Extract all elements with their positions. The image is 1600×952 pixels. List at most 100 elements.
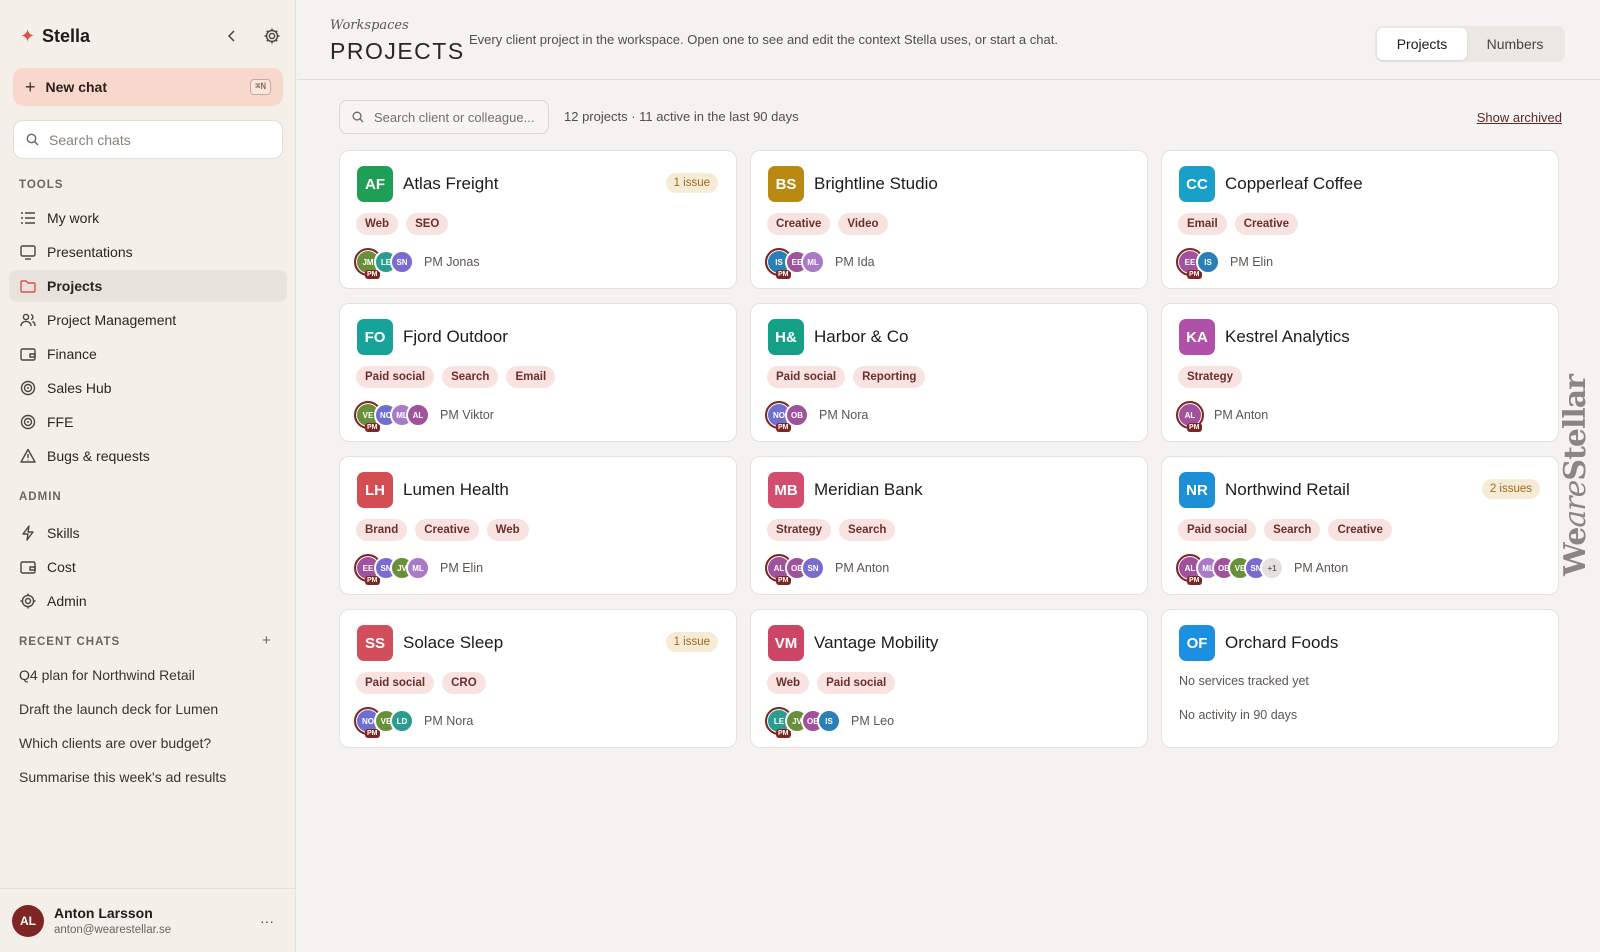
project-card-lumen-health[interactable]: LH Lumen Health Brand Creative Web EE PM SN JV ML… [339, 456, 737, 595]
project-initials-tile: FO [357, 319, 393, 355]
team-avatars: AL PM [1176, 401, 1204, 432]
watermark-are: are [1557, 480, 1593, 528]
team-avatars: LE PM JV OB IS [765, 707, 841, 738]
team-row: AL PM ML OB VE SN +1 PM Anton [1176, 553, 1348, 585]
project-card-harbor-and-co[interactable]: H& Harbor & Co Paid social Reporting NO PM OB P… [750, 303, 1148, 442]
service-tag: Paid social [356, 366, 435, 388]
project-name: Vantage Mobility [814, 633, 939, 652]
service-tag: Email [1178, 213, 1227, 235]
sidebar-item-cost[interactable]: Cost [9, 551, 287, 583]
project-manager: PM Nora [424, 714, 474, 728]
search-projects-input[interactable]: Search client or colleague... [339, 100, 549, 134]
project-card-brightline-studio[interactable]: BS Brightline Studio Creative Video IS PM EE ML… [750, 150, 1148, 289]
collapse-sidebar-button[interactable] [220, 24, 244, 48]
issue-badge[interactable]: 1 issue [665, 632, 718, 652]
member-avatar[interactable]: AL PM [1176, 401, 1204, 432]
add-recent-chat-button[interactable]: + [262, 632, 271, 649]
service-tag: Paid social [817, 672, 896, 694]
team-avatars: JM PM LE SN [354, 248, 414, 279]
project-manager: PM Elin [440, 561, 484, 575]
more-members-badge[interactable]: +1 [1260, 556, 1284, 580]
search-chats-placeholder: Search chats [49, 131, 131, 148]
page-title: PROJECTS [330, 38, 465, 64]
sidebar-item-skills[interactable]: Skills [9, 517, 287, 549]
sidebar-item-project-management[interactable]: Project Management [9, 304, 287, 336]
pm-badge: PM [1187, 423, 1202, 432]
recent-chat-item[interactable]: Q4 plan for Northwind Retail [19, 667, 195, 683]
sidebar-item-label: Cost [47, 559, 76, 575]
project-initials-tile: KA [1179, 319, 1215, 355]
project-initials-tile: SS [357, 625, 393, 661]
service-tag: Creative [1234, 213, 1299, 235]
team-row: EE PM IS PM Elin [1176, 247, 1273, 279]
project-card-orchard-foods[interactable]: OF Orchard Foods No services tracked yet No… [1161, 609, 1559, 748]
project-card-solace-sleep[interactable]: SS Solace Sleep 1 issue Paid social CRO NO PM V… [339, 609, 737, 748]
project-card-meridian-bank[interactable]: MB Meridian Bank Strategy Search AL PM OB SN PM … [750, 456, 1148, 595]
sidebar-item-admin[interactable]: Admin [9, 585, 287, 617]
team-row: AL PM OB SN PM Anton [765, 553, 889, 585]
service-tags: Brand Creative Web [356, 519, 529, 541]
sidebar-item-sales-hub[interactable]: Sales Hub [9, 372, 287, 404]
project-name: Lumen Health [403, 480, 509, 499]
sidebar-item-label: Admin [47, 593, 87, 609]
project-manager: PM Nora [819, 408, 869, 422]
issue-badge[interactable]: 2 issues [1481, 479, 1540, 499]
sidebar-item-my-work[interactable]: My work [9, 202, 287, 234]
service-tag: Paid social [1178, 519, 1257, 541]
issue-badge[interactable]: 1 issue [665, 173, 718, 193]
recent-chats-label: RECENT CHATS [19, 636, 121, 648]
project-name: Kestrel Analytics [1225, 327, 1350, 346]
team-row: AL PM PM Anton [1176, 400, 1268, 432]
member-avatar[interactable]: SN [390, 250, 414, 274]
user-profile[interactable]: AL Anton Larsson anton@wearestellar.se ·… [0, 888, 296, 952]
service-tag: Web [767, 672, 810, 694]
breadcrumb[interactable]: Workspaces [330, 18, 409, 33]
sidebar-item-label: Skills [47, 525, 80, 541]
recent-chat-item[interactable]: Summarise this week's ad results [19, 769, 226, 785]
sidebar-item-label: My work [47, 210, 100, 226]
service-tag: Web [356, 213, 399, 235]
sidebar-item-finance[interactable]: Finance [9, 338, 287, 370]
project-card-vantage-mobility[interactable]: VM Vantage Mobility Web Paid social LE PM JV OB… [750, 609, 1148, 748]
main-content: Workspaces PROJECTS Every client project… [297, 0, 1600, 952]
recent-chat-item[interactable]: Which clients are over budget? [19, 735, 211, 751]
member-avatar[interactable]: LD [390, 709, 414, 733]
more-options-icon[interactable]: ··· [260, 913, 274, 929]
tab-projects[interactable]: Projects [1377, 28, 1467, 60]
settings-button[interactable] [260, 24, 284, 48]
search-chats-input[interactable]: Search chats [13, 120, 283, 159]
project-card-fjord-outdoor[interactable]: FO Fjord Outdoor Paid social Search Email VE P… [339, 303, 737, 442]
recent-chat-item[interactable]: Draft the launch deck for Lumen [19, 701, 218, 717]
service-tag: Strategy [767, 519, 832, 541]
member-avatar[interactable]: AL [406, 403, 430, 427]
sidebar-item-projects[interactable]: Projects [9, 270, 287, 302]
pm-badge: PM [776, 576, 791, 585]
sidebar-item-presentations[interactable]: Presentations [9, 236, 287, 268]
project-card-kestrel-analytics[interactable]: KA Kestrel Analytics Strategy AL PM PM Anton [1161, 303, 1559, 442]
member-avatar[interactable]: ML [406, 556, 430, 580]
project-card-copperleaf-coffee[interactable]: CC Copperleaf Coffee Email Creative EE PM IS PM… [1161, 150, 1559, 289]
member-avatar[interactable]: IS [1196, 250, 1220, 274]
search-icon [26, 133, 39, 146]
member-avatar[interactable]: IS [817, 709, 841, 733]
project-name: Atlas Freight [403, 174, 499, 193]
project-name: Northwind Retail [1225, 480, 1350, 499]
project-card-atlas-freight[interactable]: AF Atlas Freight 1 issue Web SEO JM PM LE SN PM J… [339, 150, 737, 289]
new-chat-button[interactable]: + New chat ⌘N [13, 68, 283, 106]
service-tag: Paid social [767, 366, 846, 388]
sidebar-item-bugs-and-requests[interactable]: Bugs & requests [9, 440, 287, 472]
show-archived-link[interactable]: Show archived [1477, 110, 1562, 125]
project-card-northwind-retail[interactable]: NR Northwind Retail 2 issues Paid social Sea… [1161, 456, 1559, 595]
team-avatars: EE PM IS [1176, 248, 1220, 279]
no-activity-text: No activity in 90 days [1179, 708, 1298, 722]
sidebar-item-ffe[interactable]: FFE [9, 406, 287, 438]
pm-badge: PM [365, 576, 380, 585]
sidebar-item-label: Finance [47, 346, 97, 362]
member-avatar[interactable]: OB [785, 403, 809, 427]
brand[interactable]: ✦ Stella [20, 24, 90, 48]
sidebar-item-label: Projects [47, 278, 103, 294]
tab-numbers[interactable]: Numbers [1467, 28, 1563, 60]
member-avatar[interactable]: SN [801, 556, 825, 580]
warning-icon [19, 447, 37, 465]
member-avatar[interactable]: ML [801, 250, 825, 274]
